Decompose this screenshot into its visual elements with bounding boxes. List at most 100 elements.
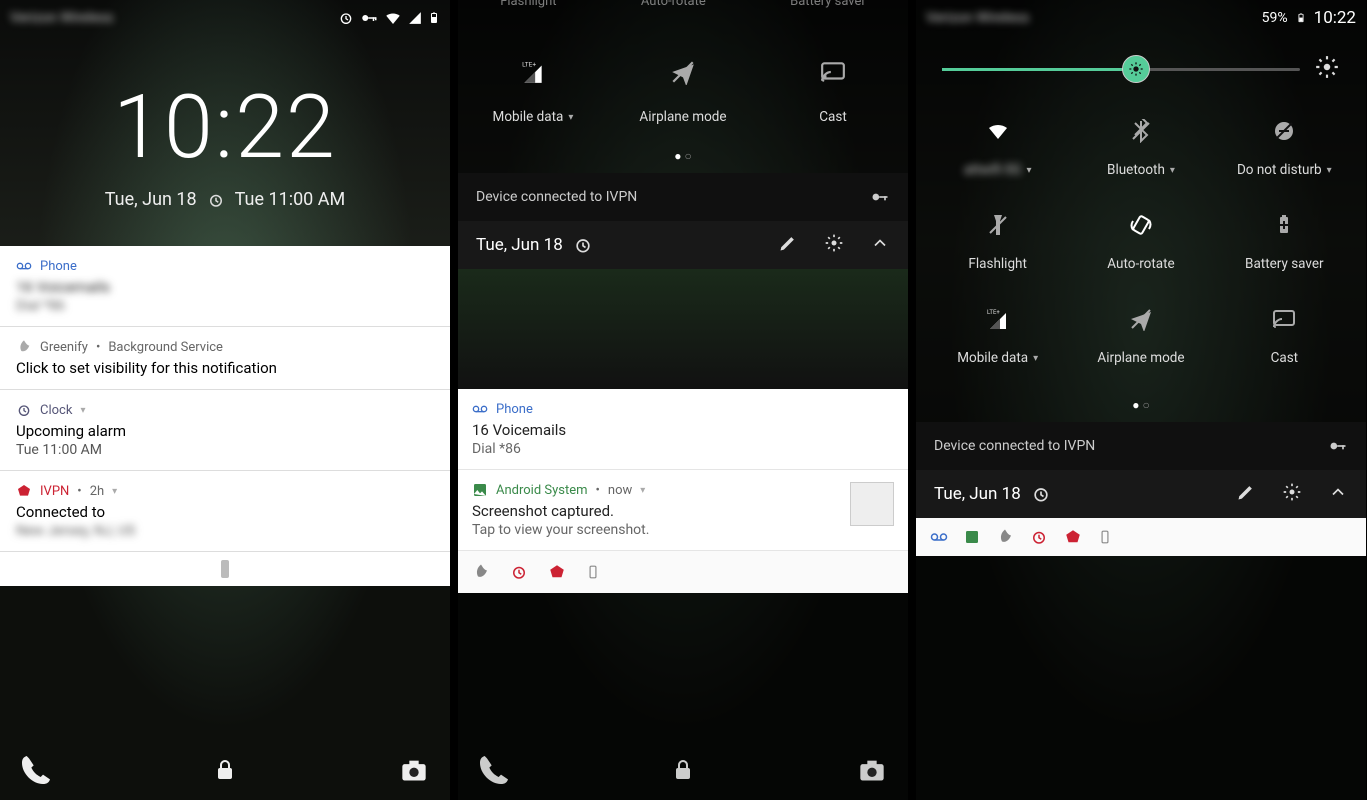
- qs-flashlight[interactable]: Flashlight: [926, 196, 1069, 282]
- notification-phone[interactable]: Phone 16 Voicemails Dial *86: [458, 389, 908, 470]
- notif-sub: Tue 11:00 AM: [16, 442, 434, 458]
- chevron-down-icon[interactable]: ▾: [1033, 353, 1038, 364]
- notification-drag-handle[interactable]: [0, 552, 450, 586]
- ivpn-icon: [16, 483, 32, 499]
- collapsed-notif-row[interactable]: [458, 551, 908, 593]
- collapsed-notif-row[interactable]: [916, 518, 1366, 556]
- svg-text:LTE+: LTE+: [522, 61, 536, 69]
- qs-row: LTE+ Mobile data ▾ Airplane mode Cast: [458, 37, 908, 131]
- qs-grid: attwifi-5G ▾ Bluetooth ▾ Do not disturb ▾ F…: [916, 94, 1366, 380]
- qs-label: Mobile data: [957, 350, 1028, 366]
- battery-percent: 59%: [1262, 10, 1288, 26]
- full-quick-settings-pane: Verizon Wireless 59% 10:22 attwifi-5G▾ B…: [916, 0, 1366, 800]
- settings-button[interactable]: [824, 233, 844, 257]
- chevron-down-icon[interactable]: ▾: [1026, 165, 1031, 176]
- battery-icon: [428, 9, 440, 27]
- brightness-row: [916, 36, 1366, 94]
- edit-button[interactable]: [778, 233, 798, 257]
- leaf-icon: [472, 563, 490, 581]
- qs-label: attwifi-5G: [964, 162, 1022, 178]
- notif-title: Upcoming alarm: [16, 422, 434, 440]
- qs-cast[interactable]: Cast: [1213, 290, 1356, 376]
- qs-cast[interactable]: Cast: [773, 47, 893, 125]
- date-text: Tue, Jun 18: [934, 484, 1021, 504]
- lockscreen-bottom-row: [0, 756, 450, 788]
- device-icon: [586, 563, 600, 581]
- lock-icon[interactable]: [213, 758, 237, 786]
- screenshot-thumbnail[interactable]: [850, 482, 894, 526]
- notif-meta: Background Service: [108, 340, 223, 355]
- chevron-down-icon[interactable]: ▾: [112, 486, 117, 497]
- qs-label: Bluetooth: [1107, 162, 1165, 178]
- notif-title: 16 Voicemails: [472, 421, 894, 439]
- chevron-down-icon[interactable]: ▾: [1327, 165, 1332, 176]
- status-time: 10:22: [1314, 8, 1356, 28]
- qs-autorotate[interactable]: Auto-rotate: [1069, 196, 1212, 282]
- wifi-icon: [979, 112, 1017, 150]
- chevron-down-icon[interactable]: ▾: [80, 405, 85, 416]
- notif-sub: Dial *86: [472, 441, 894, 457]
- settings-button[interactable]: [1282, 482, 1302, 506]
- status-bar: Verizon Wireless: [0, 0, 450, 36]
- brightness-slider[interactable]: [942, 68, 1300, 71]
- notification-clock[interactable]: Clock ▾ Upcoming alarm Tue 11:00 AM: [0, 390, 450, 471]
- qs-label-autorotate: Auto-rotate: [641, 0, 706, 9]
- battery-plus-icon: [1265, 206, 1303, 244]
- notification-ivpn[interactable]: IVPN • 2h ▾ Connected to New Jersey, NJ,…: [0, 471, 450, 552]
- notif-app: Phone: [496, 402, 533, 417]
- qs-label: Do not disturb: [1237, 162, 1322, 178]
- notification-screenshot[interactable]: Android System • now ▾ Screenshot captur…: [458, 470, 908, 551]
- voicemail-icon: [930, 528, 948, 546]
- date-text: Tue, Jun 18: [476, 235, 563, 255]
- slider-thumb[interactable]: [1122, 55, 1150, 83]
- vpn-status-text: Device connected to IVPN: [934, 438, 1095, 454]
- notification-greenify[interactable]: Greenify • Background Service Click to s…: [0, 327, 450, 390]
- phone-shortcut[interactable]: [480, 756, 508, 788]
- qs-label-battery: Battery saver: [790, 0, 866, 9]
- qs-airplane-mode[interactable]: Airplane mode: [1069, 290, 1212, 376]
- phone-shortcut[interactable]: [22, 756, 50, 788]
- handle-icon: [221, 560, 229, 578]
- battery-icon: [1296, 10, 1306, 26]
- camera-shortcut[interactable]: [858, 756, 886, 788]
- qs-label-flashlight: Flashlight: [500, 0, 556, 9]
- notif-title: Connected to: [16, 503, 434, 521]
- date-bar: Tue, Jun 18: [458, 221, 908, 269]
- settings-button[interactable]: [1314, 54, 1340, 84]
- ivpn-icon: [1064, 528, 1082, 546]
- notification-list: Phone 16 Voicemails Dial *86 Greenify • …: [0, 246, 450, 586]
- notif-sub: New Jersey, NJ, US: [16, 523, 434, 539]
- notification-phone[interactable]: Phone 16 Voicemails Dial *86: [0, 246, 450, 327]
- qs-wifi[interactable]: attwifi-5G ▾: [926, 102, 1069, 188]
- qs-label: Mobile data: [493, 109, 564, 125]
- qs-mobile-data[interactable]: LTE+ Mobile data ▾: [473, 47, 593, 125]
- chevron-down-icon[interactable]: ▾: [1170, 165, 1175, 176]
- chevron-down-icon[interactable]: ▾: [568, 112, 573, 123]
- qs-mobile-data[interactable]: LTE+ Mobile data▾: [926, 290, 1069, 376]
- qs-battery-saver[interactable]: Battery saver: [1213, 196, 1356, 282]
- status-icons: [338, 9, 440, 27]
- page-indicator: ● ○: [916, 398, 1366, 412]
- vpn-status-row[interactable]: Device connected to IVPN: [458, 173, 908, 221]
- rotate-icon: [1122, 206, 1160, 244]
- qs-airplane-mode[interactable]: Airplane mode: [623, 47, 743, 125]
- notif-app: Phone: [40, 259, 77, 274]
- vpn-status-row[interactable]: Device connected to IVPN: [916, 422, 1366, 470]
- collapse-button[interactable]: [870, 233, 890, 257]
- voicemail-icon: [472, 401, 488, 417]
- camera-shortcut[interactable]: [400, 756, 428, 788]
- alarm-icon: [207, 191, 225, 209]
- collapse-button[interactable]: [1328, 482, 1348, 506]
- notif-app: Android System: [496, 483, 588, 498]
- notification-panel-list: Phone 16 Voicemails Dial *86 Android Sys…: [458, 389, 908, 593]
- lockscreen-clock: 10:22 Tue, Jun 18 Tue 11:00 AM: [0, 76, 450, 210]
- wallpaper-peek: [458, 269, 908, 389]
- lock-icon[interactable]: [671, 758, 695, 786]
- chevron-down-icon[interactable]: ▾: [640, 485, 645, 496]
- clock-time: 10:22: [0, 76, 450, 179]
- qs-bluetooth[interactable]: Bluetooth ▾: [1069, 102, 1212, 188]
- qs-label: Auto-rotate: [1107, 256, 1174, 272]
- qs-dnd[interactable]: Do not disturb ▾: [1213, 102, 1356, 188]
- page-indicator: ● ○: [458, 149, 908, 163]
- edit-button[interactable]: [1236, 482, 1256, 506]
